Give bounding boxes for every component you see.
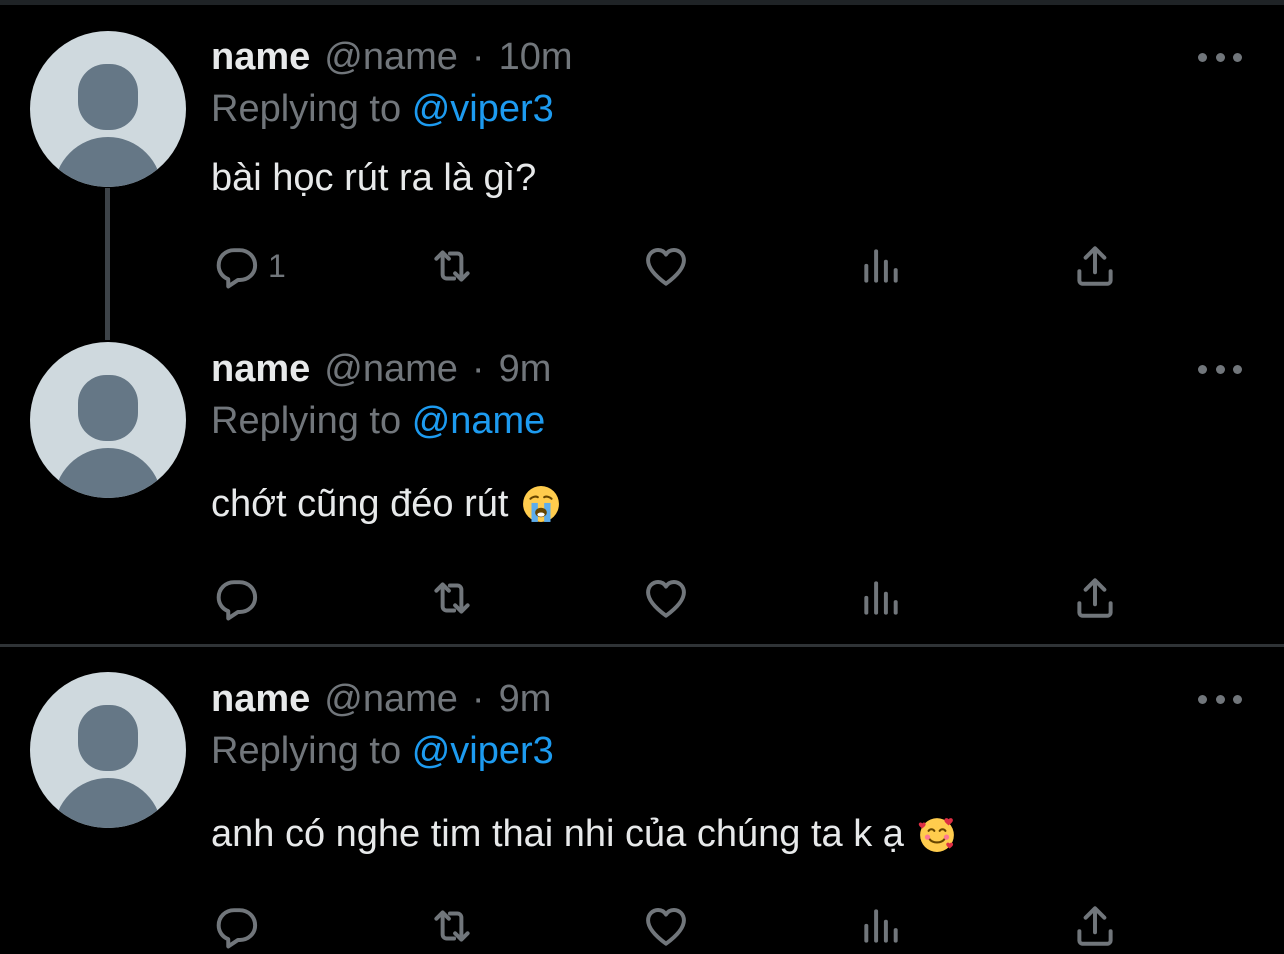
reply-button[interactable]: 1: [212, 240, 286, 292]
share-button[interactable]: [1070, 572, 1120, 624]
separator: ·: [471, 36, 485, 78]
more-dot: [1233, 52, 1242, 62]
reply-button[interactable]: [212, 900, 268, 952]
tweet-3[interactable]: name @name · 9m Replying to @viper3 anh …: [0, 642, 1284, 954]
handle[interactable]: @name: [324, 678, 458, 721]
avatar-head: [78, 375, 138, 441]
handle[interactable]: @name: [324, 36, 458, 79]
more-dot: [1233, 694, 1242, 704]
display-name[interactable]: name: [211, 678, 310, 721]
more-dot: [1233, 364, 1242, 374]
views-button[interactable]: [856, 900, 906, 952]
like-button[interactable]: [641, 900, 691, 952]
more-dot: [1198, 52, 1207, 62]
avatar[interactable]: [30, 31, 186, 187]
more-icon[interactable]: [1198, 359, 1242, 379]
tweet-header: name @name · 9m: [211, 348, 551, 392]
thread-page: name @name · 10m Replying to @viper3 bài…: [0, 0, 1284, 954]
more-dot: [1215, 52, 1225, 62]
reply-button[interactable]: [212, 572, 268, 624]
handle[interactable]: @name: [324, 348, 458, 391]
views-button[interactable]: [856, 240, 906, 292]
crying-face-emoji: [523, 486, 560, 522]
reply-icon: [212, 573, 262, 623]
tweet-header: name @name · 9m: [211, 678, 551, 722]
tweet-text-content: chớt cũng đéo rút: [211, 482, 509, 525]
heart-icon: [641, 241, 691, 291]
avatar-head: [78, 64, 138, 130]
replying-prefix: Replying to: [211, 400, 402, 442]
heart-icon: [641, 901, 691, 951]
retweet-button[interactable]: [427, 900, 477, 952]
more-icon[interactable]: [1198, 47, 1242, 67]
share-button[interactable]: [1070, 900, 1120, 952]
replying-to-handle[interactable]: @name: [412, 400, 546, 442]
replying-to-handle[interactable]: @viper3: [412, 730, 554, 772]
replying-to: Replying to @name: [211, 400, 545, 444]
more-icon[interactable]: [1198, 689, 1242, 709]
retweet-icon: [427, 573, 477, 623]
reply-count: 1: [268, 247, 286, 284]
timestamp[interactable]: 9m: [499, 678, 552, 721]
tweet-text-content: bài học rút ra là gì?: [211, 156, 537, 199]
retweet-icon: [427, 241, 477, 291]
heart-icon: [641, 573, 691, 623]
share-button[interactable]: [1070, 240, 1120, 292]
avatar[interactable]: [30, 342, 186, 498]
replying-to: Replying to @viper3: [211, 730, 554, 774]
retweet-button[interactable]: [427, 572, 477, 624]
analytics-icon: [856, 901, 906, 951]
avatar-head: [78, 705, 138, 771]
reply-icon: [212, 241, 262, 291]
action-bar: [0, 572, 1284, 624]
analytics-icon: [856, 241, 906, 291]
timestamp[interactable]: 10m: [499, 36, 573, 79]
retweet-button[interactable]: [427, 240, 477, 292]
like-button[interactable]: [641, 240, 691, 292]
like-button[interactable]: [641, 572, 691, 624]
views-button[interactable]: [856, 572, 906, 624]
tweet-header: name @name · 10m: [211, 36, 573, 80]
tweet-text: bài học rút ra là gì?: [211, 154, 536, 202]
tweet-text: anh có nghe tim thai nhi của chúng ta k …: [211, 810, 956, 858]
replying-to: Replying to @viper3: [211, 88, 554, 132]
avatar-body: [54, 137, 162, 187]
separator: ·: [471, 348, 485, 390]
retweet-icon: [427, 901, 477, 951]
tweet-2[interactable]: name @name · 9m Replying to @name chớt c…: [0, 312, 1284, 642]
avatar-body: [54, 778, 162, 828]
tweet-text: chớt cũng đéo rút: [211, 480, 560, 528]
more-dot: [1215, 364, 1225, 374]
more-dot: [1198, 694, 1207, 704]
replying-prefix: Replying to: [211, 88, 402, 130]
action-bar: [0, 900, 1284, 952]
timestamp[interactable]: 9m: [499, 348, 552, 391]
reply-icon: [212, 901, 262, 951]
more-dot: [1215, 694, 1225, 704]
display-name[interactable]: name: [211, 36, 310, 79]
replying-to-handle[interactable]: @viper3: [412, 88, 554, 130]
smiling-face-with-hearts-emoji: [918, 818, 954, 852]
analytics-icon: [856, 573, 906, 623]
share-icon: [1070, 241, 1120, 291]
more-dot: [1198, 364, 1207, 374]
share-icon: [1070, 573, 1120, 623]
avatar[interactable]: [30, 672, 186, 828]
action-bar: 1: [0, 240, 1284, 292]
avatar-body: [54, 448, 162, 498]
tweet-text-content: anh có nghe tim thai nhi của chúng ta k …: [211, 812, 904, 855]
share-icon: [1070, 901, 1120, 951]
separator: ·: [471, 678, 485, 720]
replying-prefix: Replying to: [211, 730, 402, 772]
tweet-1[interactable]: name @name · 10m Replying to @viper3 bài…: [0, 0, 1284, 320]
display-name[interactable]: name: [211, 348, 310, 391]
